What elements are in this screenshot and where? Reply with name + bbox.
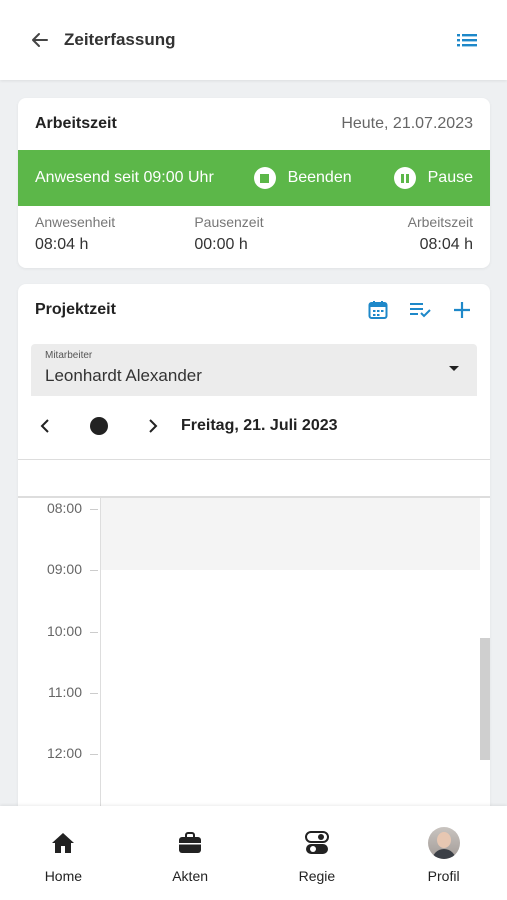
hour-label: 08:00 [18,500,100,516]
chevron-right-icon[interactable] [143,414,163,438]
worktime-date: Heute, 21.07.2023 [341,115,473,132]
pause-label: Pause [427,169,473,186]
arrow-left-icon[interactable] [28,28,52,52]
non-working-shade [101,498,480,570]
calendar-icon[interactable] [367,299,389,321]
checklist-icon[interactable] [409,299,431,321]
project-card: Projektzeit Mitarbeiter Leonhardt Alexan… [18,284,490,824]
add-icon[interactable] [451,299,473,321]
chevron-down-icon [449,366,459,371]
time-column-divider [100,498,101,823]
scrollbar[interactable] [480,498,490,823]
pause-button[interactable]: Pause [393,167,473,189]
stat-label: Pausenzeit [194,214,264,230]
date-navigation: Freitag, 21. Juli 2023 [18,404,490,448]
nav-label: Profil [427,868,460,884]
worktime-title: Arbeitszeit [35,115,117,132]
briefcase-icon [178,828,202,858]
avatar [427,827,460,859]
hour-label: 12:00 [18,745,100,761]
hour-label: 11:00 [18,684,100,700]
current-date-label: Freitag, 21. Juli 2023 [181,417,338,434]
stat-value: 08:04 h [419,236,473,253]
list-icon[interactable] [455,28,479,52]
home-icon [51,828,75,858]
hour-label: 09:00 [18,561,100,577]
page-title: Zeiterfassung [64,30,176,49]
presence-status-bar: Anwesend seit 09:00 Uhr Beenden Pause [18,150,490,206]
today-button[interactable] [90,417,108,435]
pause-icon [393,167,416,189]
day-calendar[interactable]: 08:00 09:00 10:00 11:00 12:00 [18,459,490,824]
all-day-row[interactable] [18,460,490,498]
nav-home[interactable]: Home [0,806,127,900]
bottom-navigation: Home Akten Regie Profil [0,806,507,900]
employee-select-label: Mitarbeiter [45,350,93,361]
stat-presence: Anwesenheit 08:04 h [35,214,174,254]
employee-select[interactable]: Mitarbeiter Leonhardt Alexander [31,344,477,396]
project-title: Projektzeit [35,301,116,318]
nav-regie[interactable]: Regie [254,806,381,900]
stat-label: Arbeitszeit [407,214,473,230]
nav-label: Regie [298,868,336,884]
stat-value: 00:00 h [194,236,248,253]
stop-label: Beenden [287,169,352,186]
app-bar: Zeiterfassung [0,0,507,80]
chevron-left-icon[interactable] [35,414,55,438]
presence-status-text: Anwesend seit 09:00 Uhr [35,169,214,186]
toggle-icon [304,828,329,858]
nav-label: Home [44,868,83,884]
stop-icon [253,167,276,189]
hour-label: 10:00 [18,623,100,639]
stat-break: Pausenzeit 00:00 h [174,214,333,254]
nav-label: Akten [172,868,209,884]
nav-profil[interactable]: Profil [380,806,507,900]
stop-button[interactable]: Beenden [253,167,352,189]
employee-select-value: Leonhardt Alexander [45,366,202,385]
stat-label: Anwesenheit [35,214,116,230]
scrollbar-thumb[interactable] [480,638,490,760]
stat-value: 08:04 h [35,236,89,253]
worktime-card: Arbeitszeit Heute, 21.07.2023 Anwesend s… [18,98,490,268]
nav-akten[interactable]: Akten [127,806,254,900]
time-grid[interactable]: 08:00 09:00 10:00 11:00 12:00 [18,498,490,823]
stat-worktime: Arbeitszeit 08:04 h [334,214,473,254]
